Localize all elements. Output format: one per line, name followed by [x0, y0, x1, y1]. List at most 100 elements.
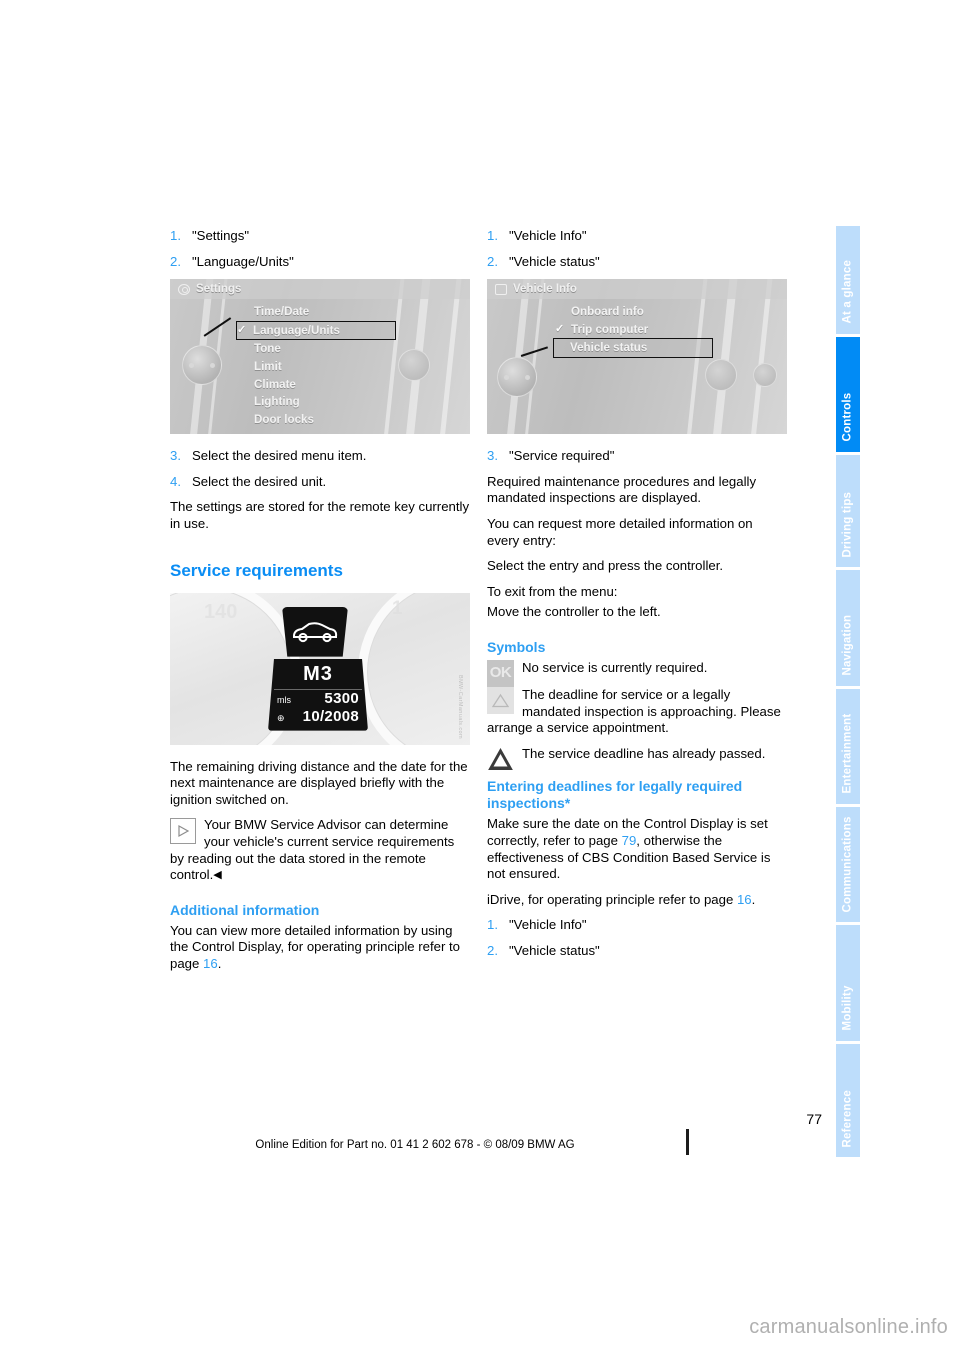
page-reference-link[interactable]: 16: [203, 956, 218, 971]
dial-label-left: 140: [204, 600, 238, 623]
menu-item[interactable]: Lighting: [238, 393, 398, 411]
sidebar-item-navigation[interactable]: Navigation: [836, 570, 860, 686]
menu-item-label: Climate: [254, 377, 296, 391]
list-item: 2. "Vehicle status": [487, 254, 787, 271]
list-item: 1. "Vehicle Info": [487, 228, 787, 245]
clock-icon: ⊕: [277, 713, 285, 724]
sidebar-item-mobility[interactable]: Mobility: [836, 925, 860, 1041]
distance-value: 5300: [324, 689, 359, 707]
sidebar-item-label: At a glance: [841, 259, 854, 324]
idrive-text-a: iDrive, for operating principle refer to…: [487, 891, 737, 907]
sidebar-item-label: Navigation: [841, 614, 854, 676]
footer-note: Online Edition for Part no. 01 41 2 602 …: [255, 1139, 575, 1151]
list-text: "Settings": [192, 228, 250, 243]
paragraph-settings-stored: The settings are stored for the remote k…: [170, 499, 470, 531]
menu-item[interactable]: Door locks: [238, 411, 398, 429]
sidebar-item-label: Mobility: [841, 985, 854, 1031]
paragraph-maintenance: Required maintenance procedures and lega…: [487, 473, 757, 506]
menu-item-label: Lighting: [254, 395, 300, 409]
list-number: 3.: [487, 448, 498, 464]
note-text: Your BMW Service Advisor can determine y…: [170, 817, 454, 882]
page-title: Service requirements: [170, 560, 343, 580]
paragraph-cluster-description: The remaining driving distance and the d…: [170, 758, 468, 807]
figure-settings-menu: Settings Time/Date ✓ Language/Units Tone: [170, 279, 470, 435]
gear-icon: [178, 283, 190, 295]
symbol-description: The service deadline has already passed.: [522, 745, 766, 761]
menu-item-selected[interactable]: ✓ Language/Units: [236, 320, 396, 341]
figure-vehicle-info-menu: Vehicle Info Onboard info ✓ Trip compute…: [487, 279, 787, 435]
menu-item-label: Language/Units: [253, 323, 340, 337]
menu-item[interactable]: ✓ Trip computer: [555, 321, 715, 339]
menu-item[interactable]: Onboard info: [555, 303, 715, 321]
service-date-value: 10/2008: [302, 708, 359, 726]
paragraph-additional-information: You can view more detailed information b…: [170, 923, 470, 973]
menu-item[interactable]: Time/Date: [238, 303, 398, 321]
list-item: 2. "Vehicle status": [487, 943, 787, 960]
checkmark-icon: ✓: [555, 322, 565, 335]
menu-item[interactable]: Limit: [238, 358, 398, 376]
sidebar-item-controls[interactable]: Controls: [836, 336, 860, 452]
sidebar-item-at-a-glance[interactable]: At a glance: [836, 226, 860, 334]
date-row: ⊕ 10/2008: [268, 708, 368, 727]
menu-item-label: Door locks: [254, 412, 314, 426]
page-number: 77: [806, 1111, 822, 1127]
section-nav-rail[interactable]: At a glance Controls Driving tips Naviga…: [836, 226, 860, 1160]
model-designation: M3: [274, 659, 362, 690]
menu-item[interactable]: Climate: [238, 376, 398, 394]
play-triangle-icon: [170, 818, 196, 845]
car-icon: [293, 621, 338, 642]
vehicle-info-icon: [495, 283, 507, 295]
list-text: "Vehicle status": [509, 942, 600, 958]
menu-item-label: Vehicle status: [570, 341, 648, 355]
sidebar-item-communications[interactable]: Communications: [836, 806, 860, 923]
idrive-header: Vehicle Info: [487, 279, 787, 300]
menu-item-label: Trip computer: [571, 322, 649, 336]
sidebar-item-entertainment[interactable]: Entertainment: [836, 688, 860, 804]
watermark: carmanualsonline.info: [749, 1316, 948, 1338]
distance-row: mls 5300: [268, 690, 368, 709]
idrive-header-title: Vehicle Info: [513, 282, 577, 295]
list-number: 2.: [487, 942, 498, 958]
paragraph-select-entry: Select the entry and press the controlle…: [487, 558, 724, 574]
sidebar-item-label: Communications: [841, 816, 854, 913]
list-number: 4.: [170, 473, 181, 489]
menu-item-selected[interactable]: Vehicle status: [553, 338, 713, 358]
warning-triangle-light-icon: [487, 686, 514, 714]
sidebar-item-label: Reference: [841, 1089, 854, 1148]
list-number: 3.: [170, 448, 181, 464]
sidebar-item-driving-tips[interactable]: Driving tips: [836, 454, 860, 568]
list-text: "Vehicle Info": [509, 228, 587, 243]
idrive-menu-list[interactable]: Time/Date ✓ Language/Units Tone Limit Cl…: [236, 303, 398, 429]
heading-entering-deadlines: Entering deadlines for legally required …: [487, 778, 743, 812]
dial-label-right: 1: [392, 597, 403, 619]
page-reference-link[interactable]: 16: [737, 892, 752, 907]
end-mark: ◀: [213, 869, 222, 882]
paragraph-idrive-principle: iDrive, for operating principle refer to…: [487, 892, 787, 909]
service-data-display: M3 mls 5300 ⊕ 10/2008: [268, 658, 368, 731]
symbol-description: The deadline for service or a legally ma…: [487, 686, 781, 736]
paragraph-request-info: You can request more detailed informatio…: [487, 515, 753, 548]
left-column: 1. "Settings" 2. "Language/Units" Settin…: [170, 228, 470, 982]
instrument-cluster-image: 140 1 M3 mls 5300 ⊕ 10/2008 BMW-CarManua…: [170, 592, 470, 745]
sidebar-item-reference[interactable]: Reference: [836, 1043, 860, 1158]
heading-symbols: Symbols: [487, 638, 546, 655]
idrive-header: Settings: [170, 279, 470, 300]
sidebar-item-label: Entertainment: [841, 714, 854, 794]
list-text: "Language/Units": [192, 253, 294, 269]
menu-item-label: Time/Date: [254, 305, 310, 319]
paragraph-exit-menu-2: Move the controller to the left.: [487, 604, 661, 620]
page-reference-link[interactable]: 79: [622, 833, 637, 848]
list-text: "Service required": [509, 448, 615, 464]
footer-tick-mark: [686, 1129, 689, 1155]
note-block: Your BMW Service Advisor can determine y…: [170, 817, 470, 883]
menu-item[interactable]: Tone: [238, 340, 398, 358]
list-number: 1.: [487, 917, 498, 933]
list-number: 2.: [487, 253, 498, 269]
idrive-far-right-knob: [753, 363, 777, 388]
checkmark-icon: ✓: [237, 323, 247, 336]
heading-additional-information: Additional information: [170, 901, 320, 918]
list-text: "Vehicle Info": [509, 917, 587, 933]
idrive-menu-list[interactable]: Onboard info ✓ Trip computer Vehicle sta…: [553, 303, 715, 358]
symbol-row-warning-dark: The service deadline has already passed.: [487, 745, 787, 773]
menu-item-label: Limit: [254, 359, 282, 373]
